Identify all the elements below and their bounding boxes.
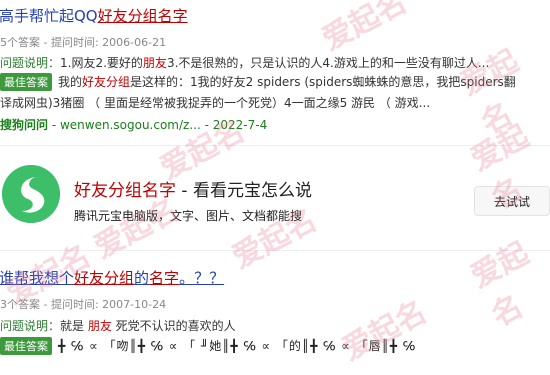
try-button[interactable]: 去试试 (474, 186, 550, 216)
result-title-2-keyword-1[interactable]: 好友分组 (74, 269, 134, 287)
question-text-b: 3.不是很熟的，只是认识的人4.游戏上的和一些没有聊过人... (166, 56, 490, 70)
result-answer-1: 最佳答案 我的好友分组是这样的：1我的好友2 spiders (spiders蜘蛛… (0, 73, 516, 91)
result-answer-1-line2: 译成网虫)3猪圈 （ 里面是经常被我捉弄的一个死党）4一面之缘5 游民 （ 游戏… (0, 96, 431, 110)
question-text-a: 就是 (60, 319, 88, 333)
result-title-2-c[interactable]: 。？？ (179, 269, 224, 287)
divider (0, 145, 550, 146)
result-title-2-b[interactable]: 的 (134, 269, 149, 287)
question-keyword: 朋友 (142, 56, 167, 70)
question-keyword: 朋友 (87, 319, 112, 333)
result-question-1: 问题说明：1.网友2.要好的朋友3.不是很熟的，只是认识的人4.游戏上的和一些没… (0, 54, 489, 71)
result-title-1-prefix[interactable]: 高手帮忙起QQ (0, 7, 98, 25)
source-site-name[interactable]: 搜狗问问 (0, 118, 48, 132)
result-question-2: 问题说明：就是 朋友 死党不认识的喜欢的人 (0, 317, 236, 334)
card-title[interactable]: 好友分组名字 - 看看元宝怎么说 (74, 176, 312, 201)
answer-text-b: 是这样的：1我的好友2 spiders (spiders蜘蛛蛛的意思，我把spi… (130, 75, 516, 89)
result-title-2[interactable]: 谁帮我想个好友分组的名字。？？ (0, 267, 224, 288)
yuanbao-logo-icon[interactable] (2, 165, 60, 223)
question-text-b: 死党不认识的喜欢的人 (111, 319, 236, 333)
watermark: 爱起名 (336, 294, 433, 368)
card-title-keyword[interactable]: 好友分组名字 (74, 181, 176, 201)
yuanbao-logo-shape (2, 165, 60, 223)
result-source-1[interactable]: 搜狗问问 - wenwen.sogou.com/z... - 2022-7-4 (0, 116, 267, 133)
result-answer-2: 最佳答案 ╋ ℅ ∝ 「吻║╋ ℅ ∝ 「 ╜她║╋ ℅ ∝ 「的║╋ ℅ ∝ 「… (0, 337, 416, 355)
result-title-1-keyword[interactable]: 好友分组名字 (98, 7, 188, 25)
question-label: 问题说明： (0, 56, 61, 70)
card-subtitle: 腾讯元宝电脑版，文字、图片、文档都能搜 (74, 209, 303, 223)
question-text-a: 1.网友2.要好的 (60, 56, 143, 70)
card-title-rest[interactable]: - 看看元宝怎么说 (176, 181, 312, 201)
divider (0, 250, 550, 251)
answer-text-a: 我的 (58, 75, 83, 89)
question-label: 问题说明： (0, 319, 61, 333)
result-meta-2: 3个答案 - 提问时间: 2007-10-24 (0, 298, 167, 311)
result-title-1[interactable]: 高手帮忙起QQ好友分组名字 (0, 5, 188, 26)
result-meta-1: 5个答案 - 提问时间: 2006-06-21 (0, 36, 167, 49)
result-title-2-keyword-2[interactable]: 名字 (149, 269, 179, 287)
answer-garbled-text: ╋ ℅ ∝ 「吻║╋ ℅ ∝ 「 ╜她║╋ ℅ ∝ 「的║╋ ℅ ∝ 「唇║╋ … (58, 339, 417, 353)
best-answer-badge: 最佳答案 (0, 73, 52, 91)
watermark: 爱起名 (465, 235, 535, 334)
answer-keyword: 好友分组 (82, 75, 131, 89)
watermark: 爱起名 (316, 0, 413, 58)
best-answer-badge: 最佳答案 (0, 337, 52, 355)
result-title-2-a[interactable]: 谁帮我想个 (0, 269, 74, 287)
source-url[interactable]: - wenwen.sogou.com/z... - 2022-7-4 (48, 118, 267, 132)
